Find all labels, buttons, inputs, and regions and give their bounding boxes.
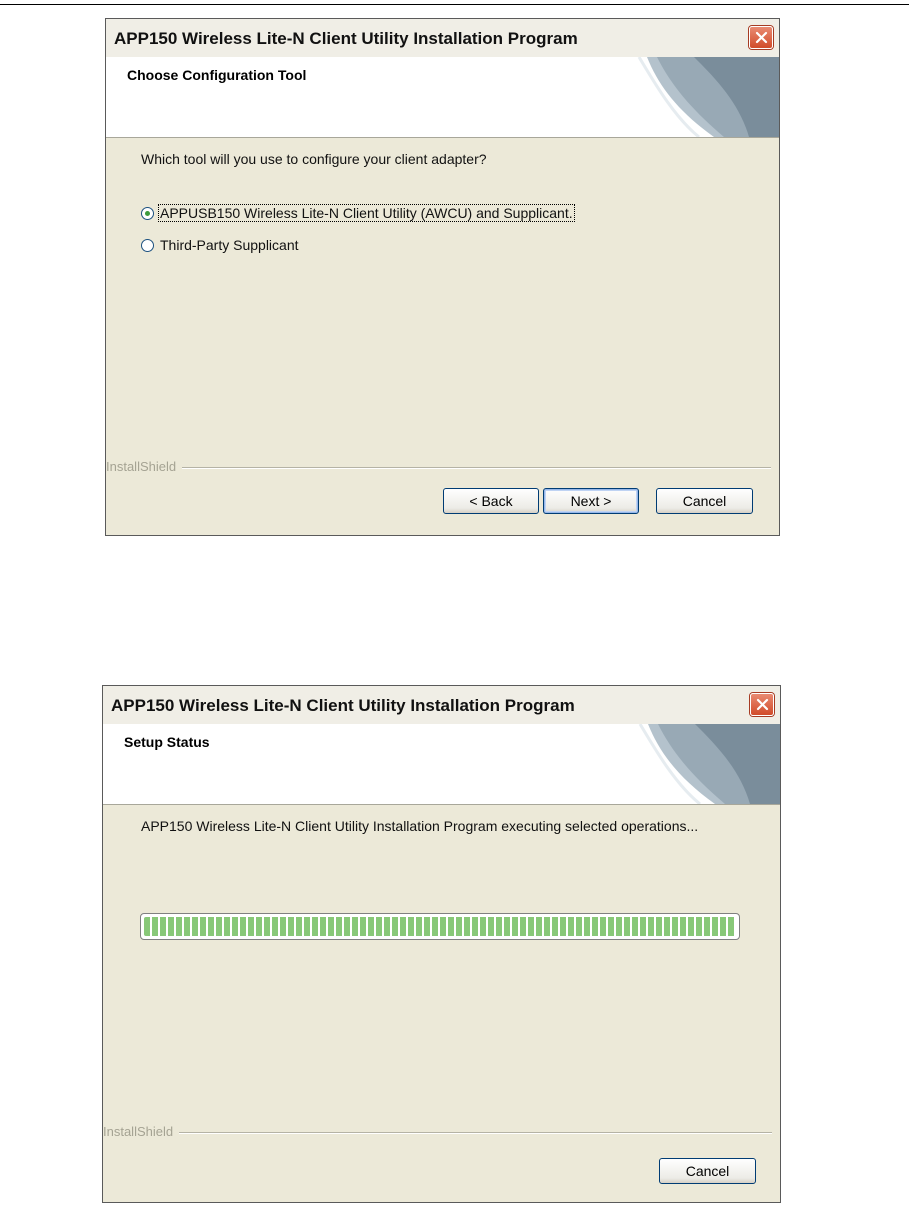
radio-label[interactable]: APPUSB150 Wireless Lite-N Client Utility… <box>158 204 575 222</box>
banner-title: Setup Status <box>124 734 210 750</box>
brand-label: InstallShield <box>103 1124 180 1139</box>
close-icon <box>756 698 769 711</box>
cancel-button[interactable]: Cancel <box>659 1158 756 1184</box>
next-button[interactable]: Next > <box>543 488 639 514</box>
installshield-divider: InstallShield <box>106 459 771 474</box>
header-banner: Choose Configuration Tool <box>106 57 779 138</box>
radio-label[interactable]: Third-Party Supplicant <box>159 237 300 253</box>
radio-option-awcu[interactable]: APPUSB150 Wireless Lite-N Client Utility… <box>141 203 575 223</box>
radio-button-unchecked[interactable] <box>141 238 154 252</box>
setup-status-dialog: APP150 Wireless Lite-N Client Utility In… <box>102 685 781 1203</box>
window-title: APP150 Wireless Lite-N Client Utility In… <box>111 696 575 715</box>
radio-button-checked[interactable] <box>141 206 154 220</box>
divider-line <box>103 1132 772 1134</box>
brand-label: InstallShield <box>106 459 183 474</box>
installshield-divider: InstallShield <box>103 1124 772 1139</box>
back-button[interactable]: < Back <box>443 488 539 514</box>
installshield-graphic-icon <box>638 724 780 804</box>
title-bar[interactable]: APP150 Wireless Lite-N Client Utility In… <box>106 19 779 57</box>
close-button[interactable] <box>749 26 773 49</box>
title-bar[interactable]: APP150 Wireless Lite-N Client Utility In… <box>103 686 780 724</box>
divider-line <box>106 467 771 469</box>
installshield-graphic-icon <box>637 57 779 137</box>
banner-title: Choose Configuration Tool <box>127 67 307 83</box>
choose-config-dialog: APP150 Wireless Lite-N Client Utility In… <box>105 18 780 536</box>
status-text: APP150 Wireless Lite-N Client Utility In… <box>141 818 699 834</box>
progress-bar <box>140 913 740 940</box>
header-banner: Setup Status <box>103 724 780 805</box>
cancel-button[interactable]: Cancel <box>656 488 753 514</box>
radio-option-third-party[interactable]: Third-Party Supplicant <box>141 235 300 255</box>
page-top-rule <box>0 4 909 5</box>
progress-fill <box>144 917 736 936</box>
close-button[interactable] <box>750 693 774 716</box>
window-title: APP150 Wireless Lite-N Client Utility In… <box>114 29 578 48</box>
question-text: Which tool will you use to configure you… <box>141 151 487 167</box>
close-icon <box>755 31 768 44</box>
